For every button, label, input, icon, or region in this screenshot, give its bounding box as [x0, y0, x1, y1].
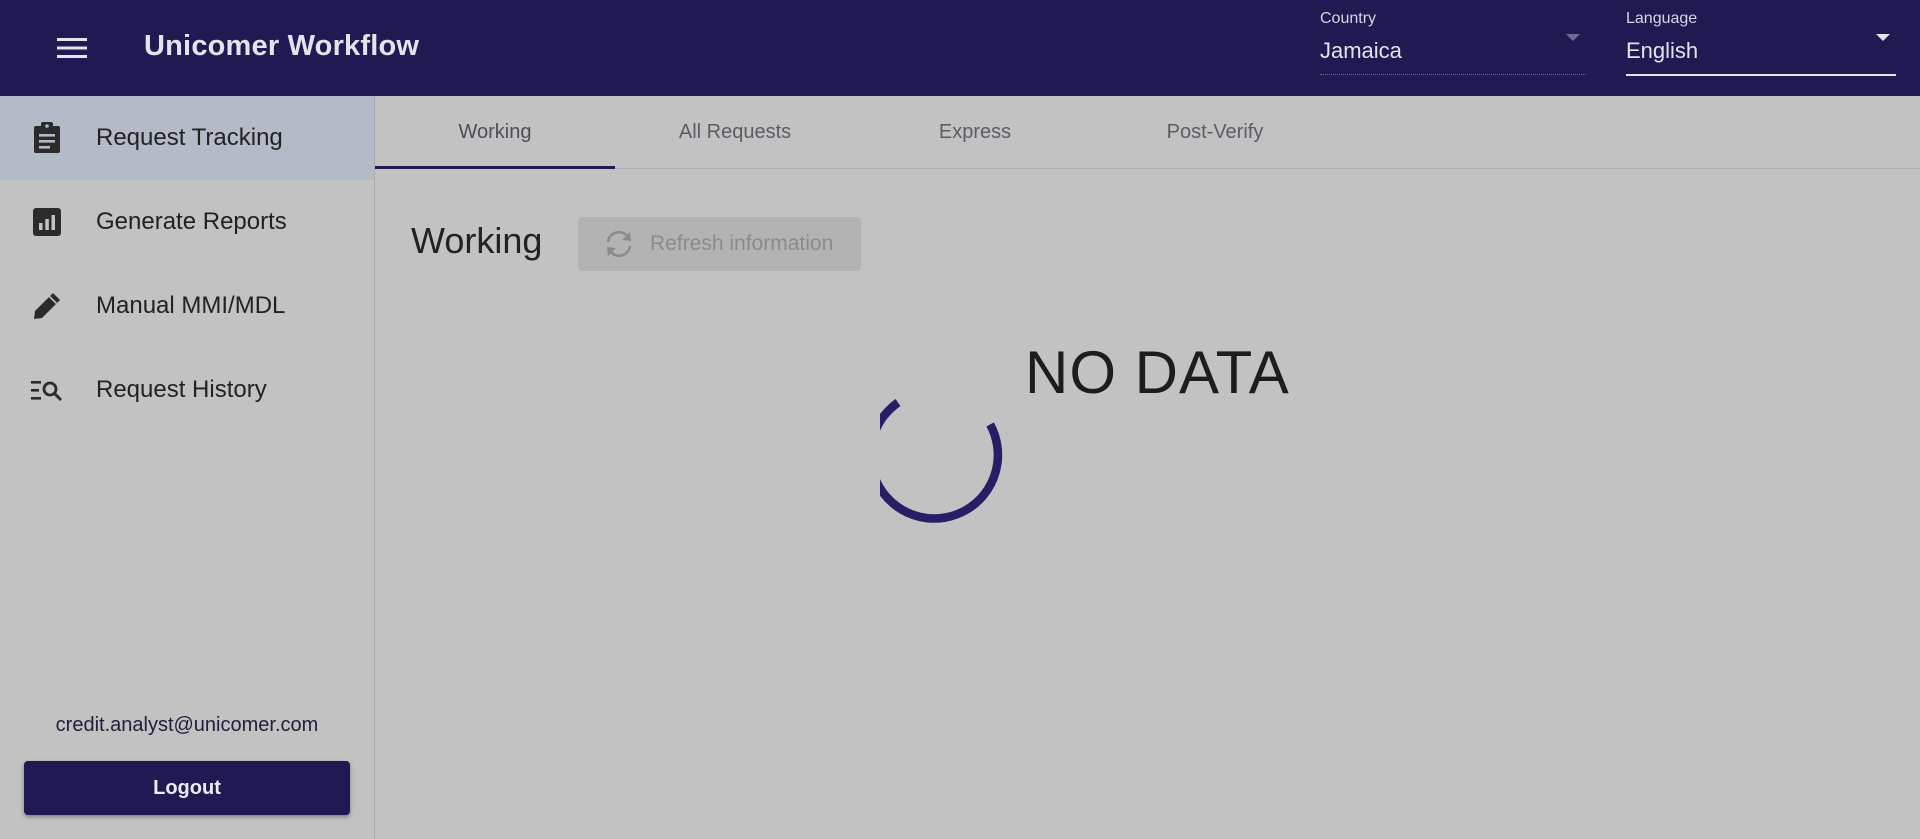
- tab-post-verify[interactable]: Post-Verify: [1095, 96, 1335, 168]
- menu-button[interactable]: [52, 30, 92, 66]
- sidebar-item-label: Generate Reports: [96, 208, 287, 235]
- logout-button[interactable]: Logout: [24, 761, 350, 815]
- caret-down-icon: [1876, 34, 1890, 41]
- sidebar-item-generate-reports[interactable]: Generate Reports: [0, 180, 374, 264]
- list-search-icon: [30, 373, 64, 407]
- country-value: Jamaica: [1320, 38, 1402, 63]
- sidebar-item-label: Request Tracking: [96, 124, 283, 151]
- country-select[interactable]: Country Jamaica: [1320, 8, 1586, 75]
- country-label: Country: [1320, 10, 1377, 27]
- empty-state-message: NO DATA: [1025, 339, 1290, 406]
- language-select[interactable]: Language English: [1626, 8, 1896, 76]
- tab-working[interactable]: Working: [375, 96, 615, 169]
- tab-bar: Working All Requests Express Post-Verify: [375, 96, 1920, 169]
- loading-spinner: [880, 399, 1003, 523]
- bar-chart-icon: [30, 205, 64, 239]
- pencil-icon: [30, 289, 64, 323]
- sidebar-item-request-history[interactable]: Request History: [0, 348, 374, 432]
- refresh-button[interactable]: Refresh information: [578, 217, 861, 271]
- tab-express[interactable]: Express: [855, 96, 1095, 168]
- section-title: Working: [411, 220, 543, 261]
- clipboard-icon: [30, 121, 64, 155]
- refresh-icon: [602, 227, 636, 261]
- sidebar-item-label: Manual MMI/MDL: [96, 292, 286, 319]
- sidebar: Request Tracking Generate Reports Manual…: [0, 96, 375, 839]
- sidebar-item-label: Request History: [96, 376, 267, 403]
- app-bar: Unicomer Workflow Country Jamaica Langua…: [0, 0, 1920, 96]
- caret-down-icon: [1566, 34, 1580, 41]
- app-title: Unicomer Workflow: [144, 30, 420, 62]
- refresh-button-label: Refresh information: [650, 232, 834, 255]
- main-content: Working All Requests Express Post-Verify…: [375, 96, 1920, 839]
- user-email: credit.analyst@unicomer.com: [55, 714, 319, 736]
- sidebar-item-request-tracking[interactable]: Request Tracking: [0, 96, 374, 180]
- language-label: Language: [1626, 10, 1698, 27]
- menu-icon: [57, 38, 87, 58]
- tab-all-requests[interactable]: All Requests: [615, 96, 855, 168]
- language-value: English: [1626, 38, 1699, 63]
- sidebar-item-manual-mmi-mdl[interactable]: Manual MMI/MDL: [0, 264, 374, 348]
